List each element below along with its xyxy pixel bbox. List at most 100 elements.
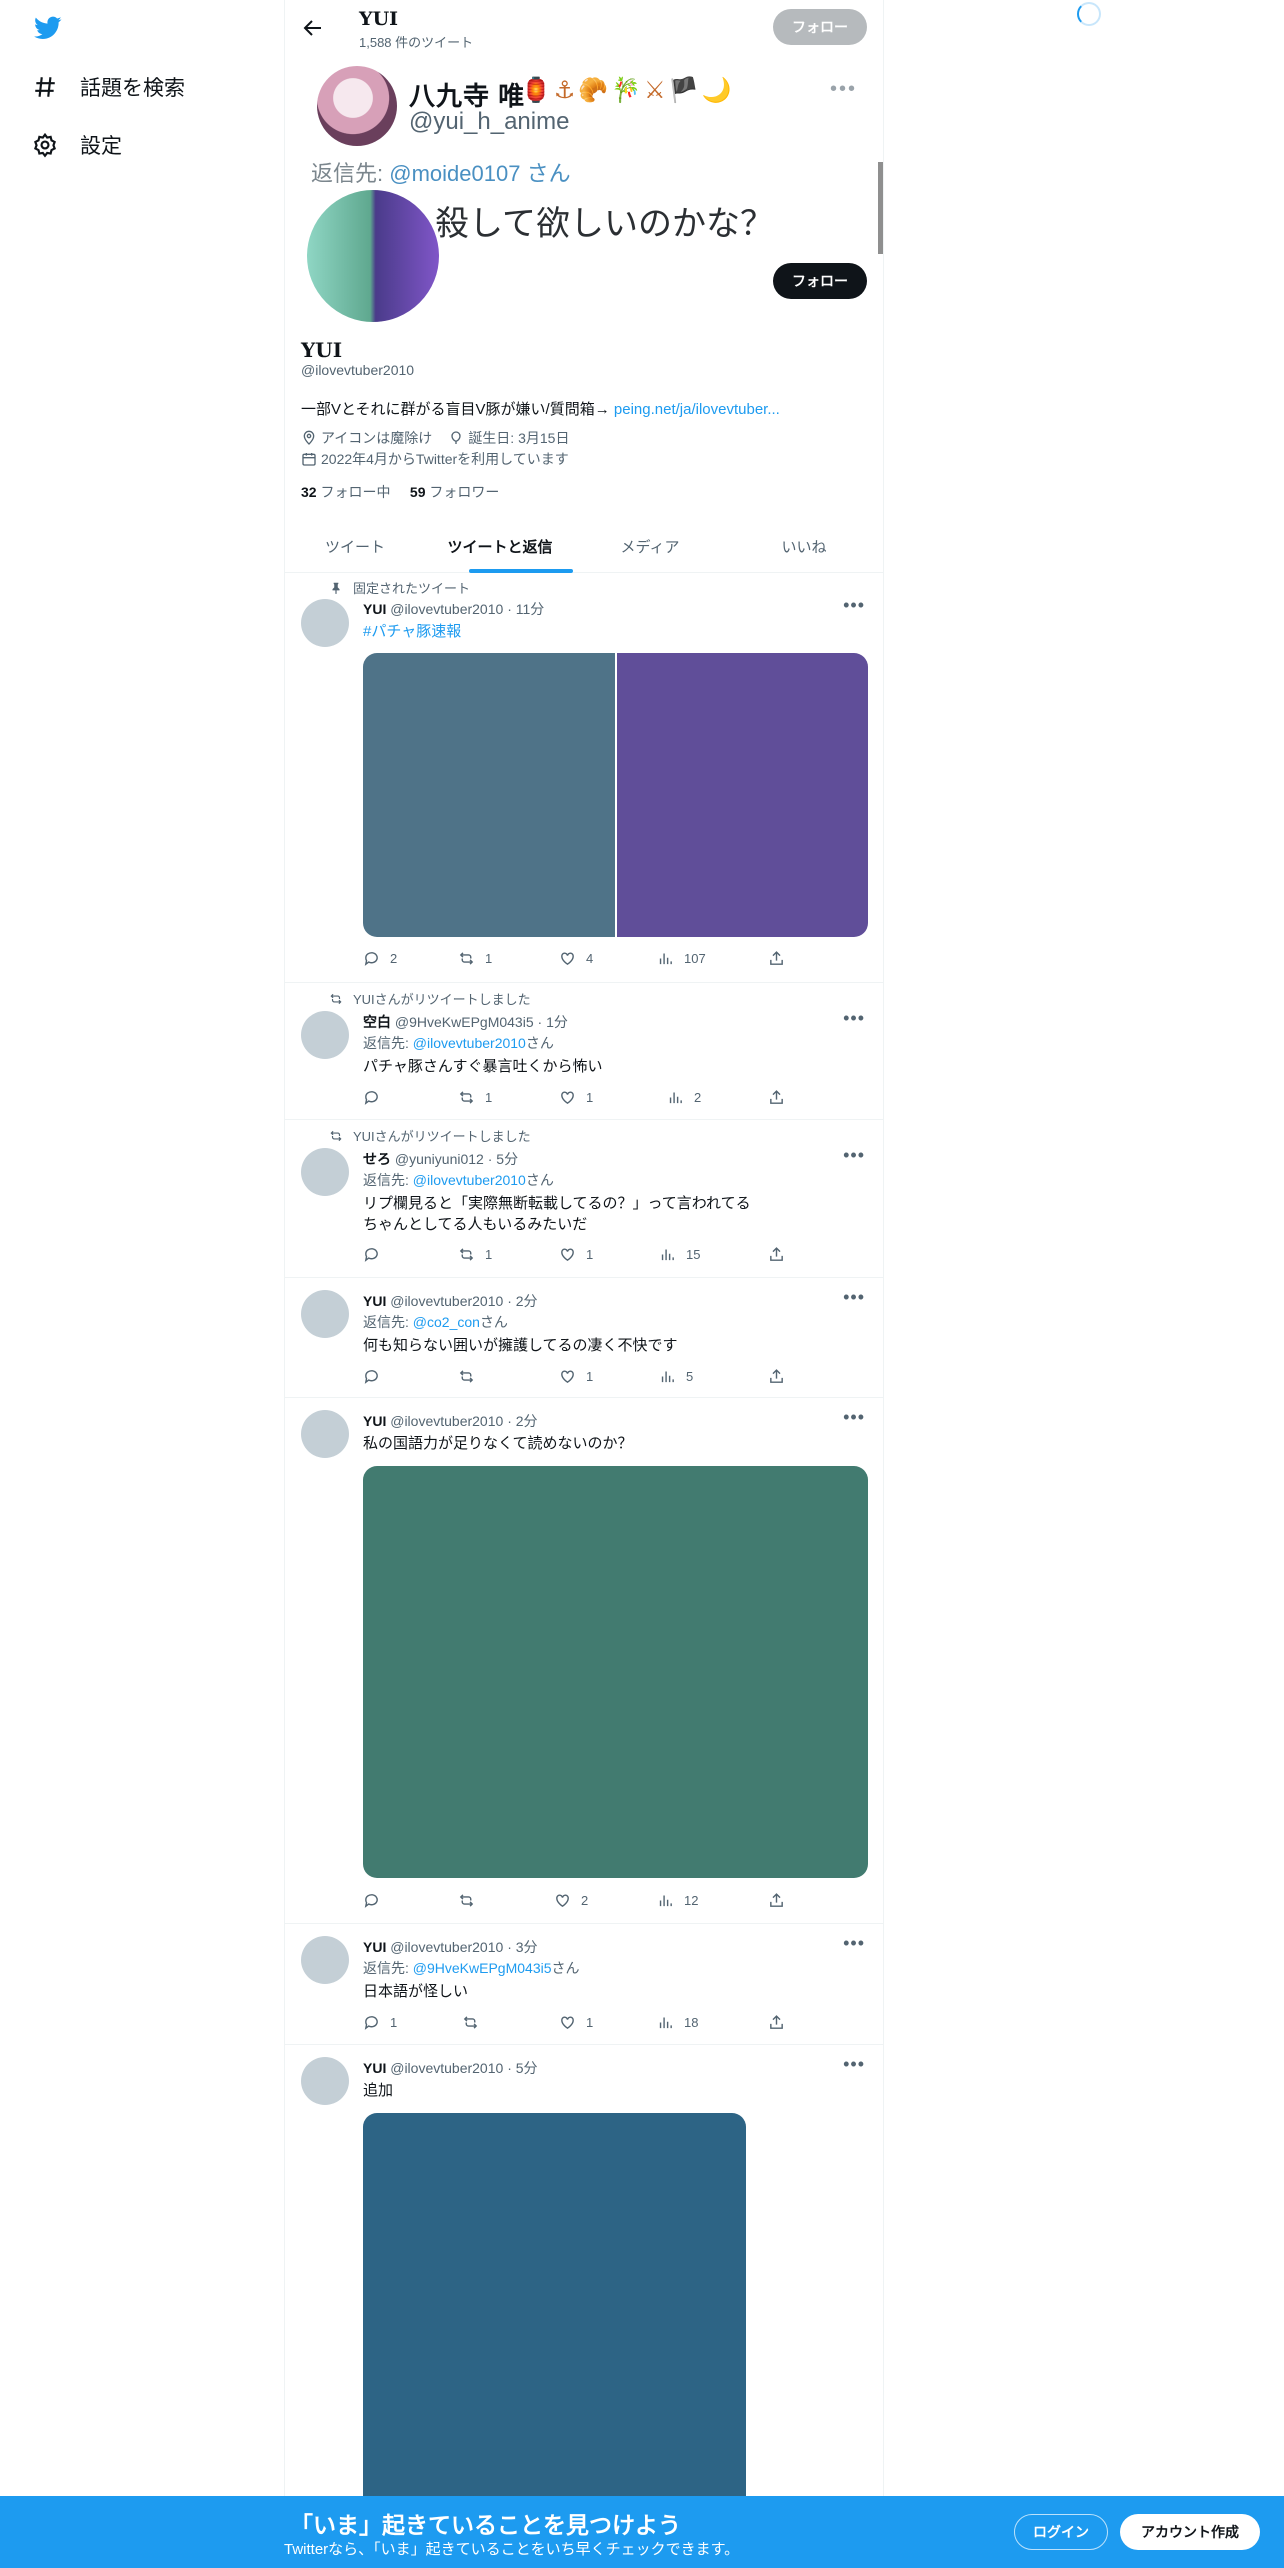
tweet-author-name[interactable]: YUI <box>363 601 386 617</box>
tab-tweets[interactable]: ツイート <box>285 520 425 573</box>
views-button[interactable]: 15 <box>659 1246 700 1263</box>
avatar[interactable] <box>301 1148 349 1196</box>
more-icon[interactable]: ••• <box>843 595 865 616</box>
share-button[interactable] <box>768 1246 785 1263</box>
like-button[interactable]: 2 <box>554 1892 588 1909</box>
share-button[interactable] <box>768 1368 785 1385</box>
avatar[interactable] <box>301 2057 349 2105</box>
banner-more-icon: ••• <box>829 78 857 100</box>
more-icon[interactable]: ••• <box>843 1008 865 1029</box>
tweet[interactable]: YUIさんがリツイートしました せろ @yuniyuni012 · 5分 •••… <box>285 1120 883 1278</box>
tab-media[interactable]: メディア <box>575 520 725 573</box>
views-button[interactable]: 107 <box>657 950 706 967</box>
tab-tweets-replies[interactable]: ツイートと返信 <box>425 520 575 573</box>
tweet-author-name[interactable]: せろ <box>363 1151 391 1167</box>
twitter-logo-icon[interactable] <box>32 14 64 42</box>
tweet-author-name[interactable]: YUI <box>363 2060 386 2076</box>
bio-link[interactable]: peing.net/ja/ilovevtuber... <box>614 401 780 418</box>
tweet[interactable]: 固定されたツイート YUI @ilovevtuber2010 · 11分 •••… <box>285 573 883 983</box>
tab-likes[interactable]: いいね <box>725 520 883 573</box>
avatar[interactable] <box>301 1410 349 1458</box>
tweet-media[interactable] <box>363 653 868 937</box>
retweet-icon <box>459 1091 474 1104</box>
like-button[interactable]: 4 <box>559 950 593 967</box>
reply-to-mention[interactable]: @ilovevtuber2010 <box>413 1172 526 1188</box>
like-button[interactable]: 1 <box>559 1089 593 1106</box>
reply-button[interactable] <box>363 1892 390 1909</box>
tweet-author-name[interactable]: 空白 <box>363 1014 391 1030</box>
views-button[interactable]: 12 <box>657 1892 698 1909</box>
tweet[interactable]: YUI @ilovevtuber2010 · 2分 ••• 私の国語力が足りなく… <box>285 1398 883 1924</box>
more-icon[interactable]: ••• <box>843 1287 865 1308</box>
like-button[interactable]: 1 <box>559 1246 593 1263</box>
more-icon[interactable]: ••• <box>843 1145 865 1166</box>
share-button[interactable] <box>768 1892 785 1909</box>
retweet-button[interactable] <box>458 1892 485 1909</box>
tweet-time[interactable]: 5分 <box>496 1151 518 1167</box>
views-button[interactable]: 5 <box>659 1368 693 1385</box>
login-button[interactable]: ログイン <box>1014 2514 1108 2550</box>
tweet[interactable]: YUI @ilovevtuber2010 · 3分 ••• 返信先: @9Hve… <box>285 1924 883 2045</box>
nav-settings[interactable]: 設定 <box>32 125 122 165</box>
more-icon[interactable]: ••• <box>843 2054 865 2075</box>
media-image[interactable] <box>363 2113 746 2533</box>
followers-link[interactable]: 59 フォロワー <box>410 484 499 500</box>
nav-explore[interactable]: 話題を検索 <box>32 67 185 107</box>
like-button[interactable]: 1 <box>559 1368 593 1385</box>
reply-button[interactable] <box>363 1246 390 1263</box>
share-button[interactable] <box>768 1089 785 1106</box>
media-image[interactable] <box>363 653 615 937</box>
tweet-time[interactable]: 3分 <box>516 1939 538 1955</box>
reply-button[interactable] <box>363 1368 390 1385</box>
back-arrow-icon[interactable] <box>301 16 325 40</box>
retweet-button[interactable]: 1 <box>458 1246 492 1263</box>
retweet-button[interactable] <box>462 2014 489 2031</box>
tweet-author-handle: @ilovevtuber2010 <box>390 601 504 617</box>
tweet-author-name[interactable]: YUI <box>363 1413 386 1429</box>
tweet-time[interactable]: 2分 <box>516 1413 538 1429</box>
tweet-time[interactable]: 11分 <box>516 601 545 617</box>
avatar[interactable] <box>301 1936 349 1984</box>
like-button[interactable]: 1 <box>559 2014 593 2031</box>
tweet-time[interactable]: 1分 <box>546 1014 568 1030</box>
avatar[interactable] <box>301 599 349 647</box>
avatar[interactable] <box>301 1290 349 1338</box>
follow-button[interactable]: フォロー <box>773 263 867 299</box>
reply-button[interactable] <box>363 1089 390 1106</box>
reply-button[interactable]: 2 <box>363 950 397 967</box>
more-icon[interactable]: ••• <box>843 1933 865 1954</box>
more-icon[interactable]: ••• <box>843 1407 865 1428</box>
views-button[interactable]: 2 <box>667 1089 701 1106</box>
like-count: 1 <box>586 2015 594 2030</box>
tweet[interactable]: YUI @ilovevtuber2010 · 2分 ••• 返信先: @co2_… <box>285 1278 883 1398</box>
tweet[interactable]: YUIさんがリツイートしました 空白 @9HveKwEPgM043i5 · 1分… <box>285 983 883 1120</box>
tweet-time[interactable]: 2分 <box>516 1293 538 1309</box>
retweet-button[interactable] <box>458 1368 485 1385</box>
following-label: フォロー中 <box>320 484 391 500</box>
hashtag-link[interactable]: #パチャ豚速報 <box>363 623 461 640</box>
following-link[interactable]: 32 フォロー中 <box>301 484 390 500</box>
tweet-author-name[interactable]: YUI <box>363 1293 386 1309</box>
profile-avatar[interactable] <box>303 186 443 326</box>
reply-to-mention[interactable]: @9HveKwEPgM043i5 <box>413 1960 552 1976</box>
reply-to-mention[interactable]: @ilovevtuber2010 <box>413 1035 526 1051</box>
share-button[interactable] <box>768 2014 785 2031</box>
signup-button[interactable]: アカウント作成 <box>1120 2514 1260 2550</box>
top-bar: YUI 1,588 件のツイート フォロー <box>285 0 883 56</box>
media-image[interactable] <box>616 653 868 937</box>
tweet-author-name[interactable]: YUI <box>363 1939 386 1955</box>
retweet-icon <box>459 1248 474 1261</box>
reply-button[interactable]: 1 <box>363 2014 397 2031</box>
media-image[interactable] <box>363 1466 868 1878</box>
retweet-button[interactable]: 1 <box>458 1089 492 1106</box>
signup-banner-title: 「いま」起きていることを見つけよう <box>290 2512 681 2538</box>
views-button[interactable]: 18 <box>657 2014 698 2031</box>
retweet-button[interactable]: 1 <box>458 950 492 967</box>
avatar[interactable] <box>301 1011 349 1059</box>
header-follow-button[interactable]: フォロー <box>773 9 867 45</box>
share-button[interactable] <box>768 950 785 967</box>
banner-emoji: 🏮⚓🥐🎋⚔🏴🌙 <box>521 77 735 104</box>
reply-to-mention[interactable]: @co2_con <box>413 1314 480 1330</box>
tweet[interactable]: YUI @ilovevtuber2010 · 5分 ••• 追加 <box>285 2045 883 2533</box>
tweet-time[interactable]: 5分 <box>516 2060 538 2076</box>
